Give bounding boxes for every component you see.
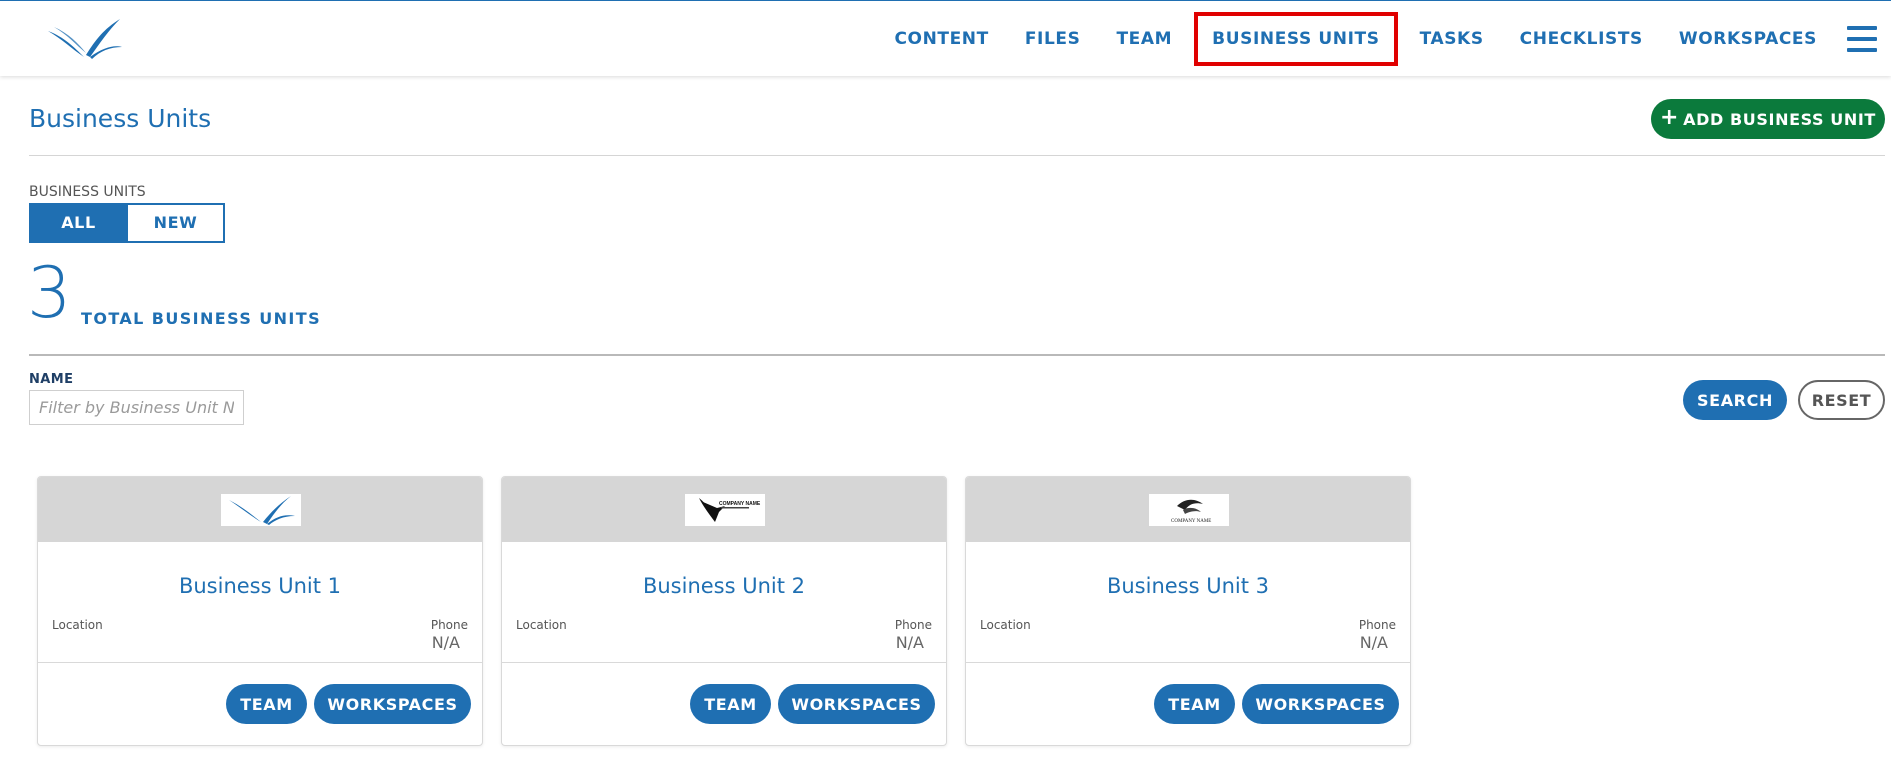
- card-header: COMPANY NAME: [966, 477, 1410, 542]
- filter-new-button[interactable]: NEW: [126, 205, 223, 241]
- business-unit-card: COMPANY NAME Business Unit 3 Location Ph…: [965, 476, 1411, 746]
- total-count-label: TOTAL BUSINESS UNITS: [81, 309, 321, 328]
- card-title[interactable]: Business Unit 2: [502, 574, 946, 598]
- svg-text:COMPANY NAME: COMPANY NAME: [1171, 519, 1211, 524]
- nav-checklists[interactable]: CHECKLISTS: [1502, 12, 1661, 66]
- nav-content[interactable]: CONTENT: [876, 12, 1006, 66]
- card-divider: [966, 662, 1410, 663]
- card-divider: [502, 662, 946, 663]
- nav-workspaces[interactable]: WORKSPACES: [1661, 12, 1835, 66]
- blue-wings-logo-icon: [221, 494, 301, 526]
- phone-label: Phone: [430, 618, 468, 632]
- phone-label: Phone: [1358, 618, 1396, 632]
- add-business-unit-label: ADD BUSINESS UNIT: [1683, 109, 1876, 129]
- summary-divider: [29, 354, 1885, 356]
- card-header: [38, 477, 482, 542]
- team-button[interactable]: TEAM: [1154, 684, 1235, 724]
- add-business-unit-button[interactable]: + ADD BUSINESS UNIT: [1651, 99, 1885, 139]
- nav-tasks[interactable]: TASKS: [1402, 12, 1502, 66]
- filter-group-label: BUSINESS UNITS: [29, 184, 146, 200]
- search-button[interactable]: SEARCH: [1683, 380, 1787, 420]
- phone-label: Phone: [894, 618, 932, 632]
- workspaces-button[interactable]: WORKSPACES: [1242, 684, 1399, 724]
- total-count: 3: [27, 252, 72, 334]
- location-label: Location: [52, 618, 103, 632]
- phone-value: N/A: [431, 633, 460, 652]
- header-divider: [29, 155, 1885, 156]
- black-bird-company-logo-icon: COMPANY NAME: [685, 494, 765, 526]
- business-unit-card: Business Unit 1 Location Phone N/A TEAM …: [37, 476, 483, 746]
- bird-wings-logo-icon[interactable]: [44, 17, 124, 61]
- name-filter-label: NAME: [29, 372, 74, 387]
- team-button[interactable]: TEAM: [226, 684, 307, 724]
- card-divider: [38, 662, 482, 663]
- name-filter-input[interactable]: [29, 390, 244, 425]
- team-button[interactable]: TEAM: [690, 684, 771, 724]
- nav-business-units[interactable]: BUSINESS UNITS: [1194, 12, 1398, 66]
- card-title[interactable]: Business Unit 1: [38, 574, 482, 598]
- phone-value: N/A: [895, 633, 924, 652]
- main-nav: CONTENT FILES TEAM BUSINESS UNITS TASKS …: [876, 1, 1891, 77]
- card-header: COMPANY NAME: [502, 477, 946, 542]
- eagle-company-logo-icon: COMPANY NAME: [1149, 494, 1229, 526]
- nav-team[interactable]: TEAM: [1098, 12, 1190, 66]
- page-title: Business Units: [29, 104, 212, 133]
- filter-all-button[interactable]: ALL: [31, 205, 126, 241]
- business-unit-card: COMPANY NAME Business Unit 2 Location Ph…: [501, 476, 947, 746]
- hamburger-menu-icon[interactable]: [1847, 26, 1877, 52]
- workspaces-button[interactable]: WORKSPACES: [778, 684, 935, 724]
- phone-value: N/A: [1359, 633, 1388, 652]
- plus-icon: +: [1660, 105, 1680, 130]
- svg-text:COMPANY NAME: COMPANY NAME: [719, 501, 761, 507]
- workspaces-button[interactable]: WORKSPACES: [314, 684, 471, 724]
- reset-button[interactable]: RESET: [1798, 380, 1885, 420]
- location-label: Location: [980, 618, 1031, 632]
- top-navbar: CONTENT FILES TEAM BUSINESS UNITS TASKS …: [0, 0, 1891, 76]
- location-label: Location: [516, 618, 567, 632]
- business-units-filter-toggle: ALL NEW: [29, 203, 225, 243]
- nav-files[interactable]: FILES: [1007, 12, 1099, 66]
- card-title[interactable]: Business Unit 3: [966, 574, 1410, 598]
